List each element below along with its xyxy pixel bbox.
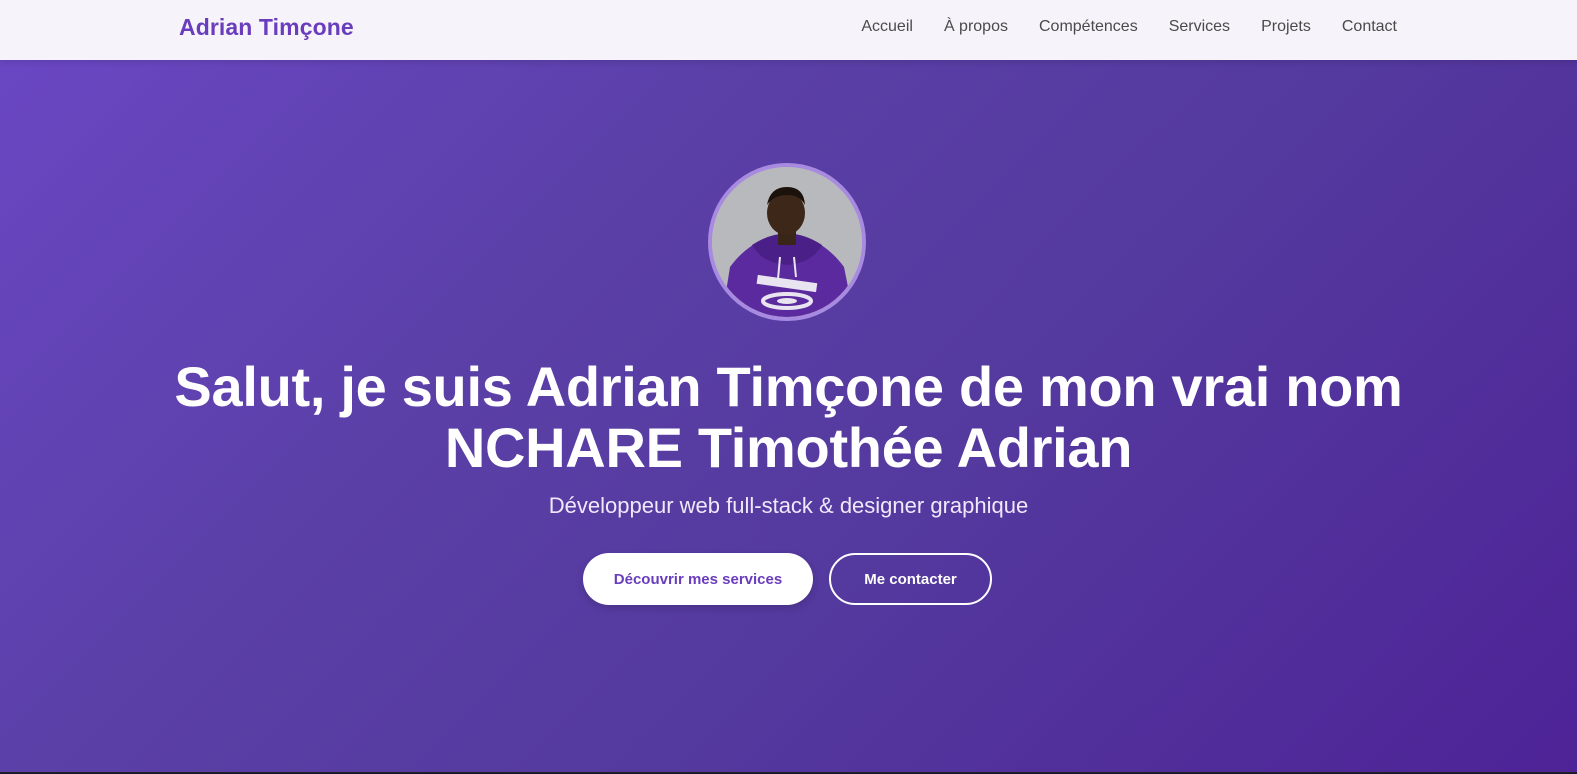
nav-item: À propos [944, 18, 1008, 36]
hero-subtitle: Développeur web full-stack & designer gr… [548, 493, 1029, 518]
hero-title-line-2: NCHARE Timothée Adrian [444, 416, 1133, 479]
brand-logo-link[interactable]: Adrian Timçone [179, 14, 354, 41]
hero-title: Salut, je suis Adrian Timçone de mon vra… [0, 356, 1577, 478]
profile-photo-icon [712, 167, 862, 317]
hero-title-line-1: Salut, je suis Adrian Timçone de mon vra… [174, 355, 1403, 418]
nav-link-competences[interactable]: Compétences [1039, 18, 1138, 35]
nav-links: Accueil À propos Compétences Services Pr… [861, 18, 1397, 36]
contact-me-button[interactable]: Me contacter [829, 553, 992, 605]
profile-photo-avatar [708, 163, 866, 321]
nav-link-projets[interactable]: Projets [1261, 18, 1311, 35]
navbar: Adrian Timçone Accueil À propos Compéten… [0, 0, 1577, 60]
nav-item: Contact [1342, 18, 1397, 36]
nav-item: Services [1169, 18, 1230, 36]
hero-section: Salut, je suis Adrian Timçone de mon vra… [0, 60, 1577, 773]
nav-item: Compétences [1039, 18, 1138, 36]
nav-item: Accueil [861, 18, 913, 36]
nav-link-contact[interactable]: Contact [1342, 18, 1397, 35]
nav-link-a-propos[interactable]: À propos [944, 18, 1008, 35]
nav-item: Projets [1261, 18, 1311, 36]
discover-services-button[interactable]: Découvrir mes services [583, 553, 813, 605]
nav-link-accueil[interactable]: Accueil [861, 18, 913, 35]
nav-link-services[interactable]: Services [1169, 18, 1230, 35]
